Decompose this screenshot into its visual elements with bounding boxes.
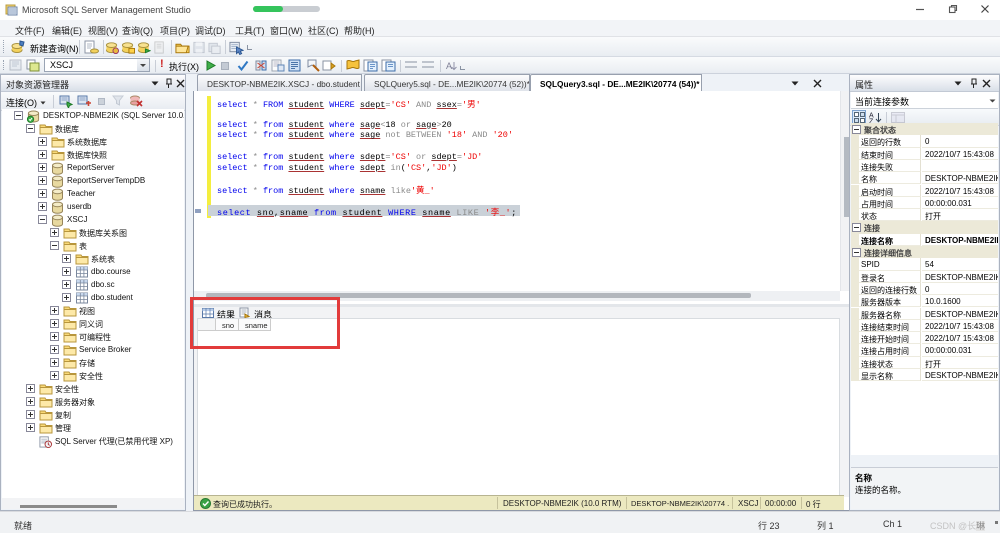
- svg-text:A: A: [446, 61, 452, 71]
